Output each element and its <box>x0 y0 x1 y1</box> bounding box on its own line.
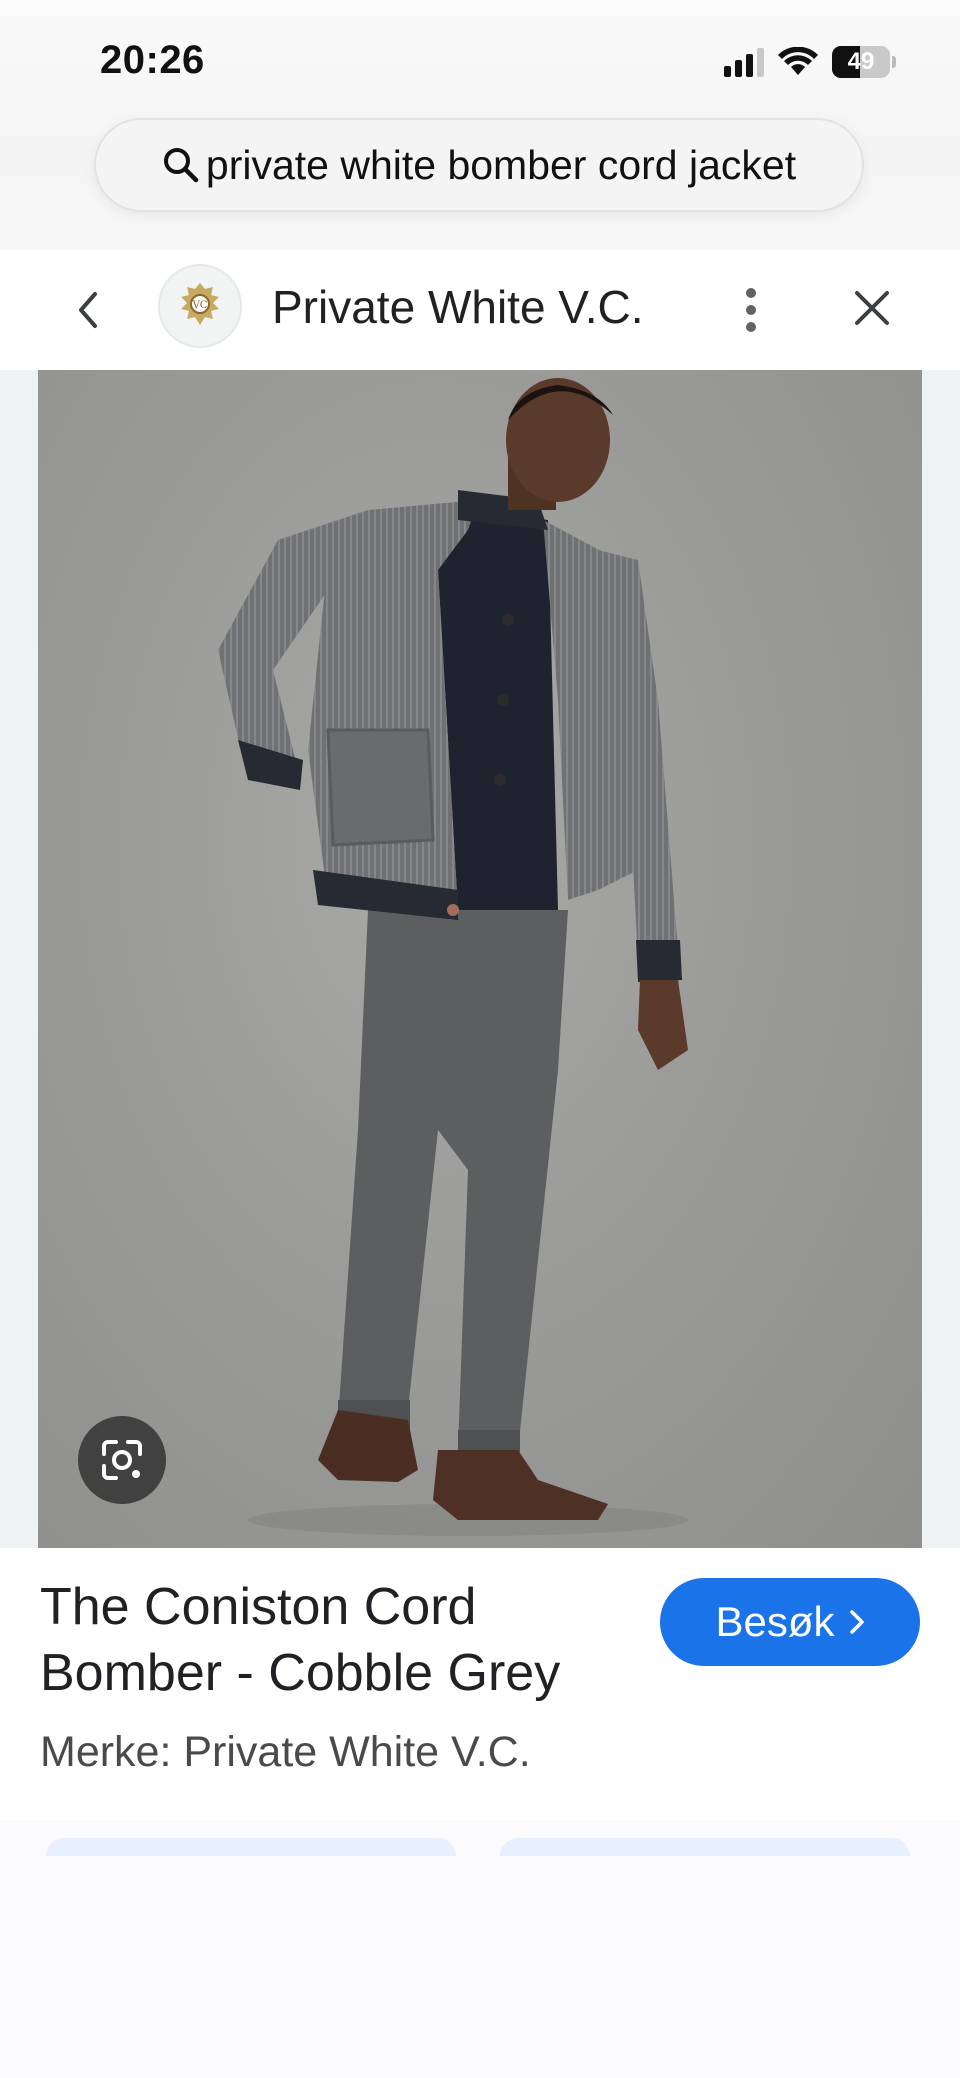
battery-icon: 49 <box>832 46 890 78</box>
wifi-icon <box>778 47 818 75</box>
top-area: 20:26 49 private white bomber cord jacke… <box>0 0 960 250</box>
battery-tip <box>892 56 896 68</box>
page: 20:26 49 private white bomber cord jacke… <box>0 0 960 2078</box>
product-title-line-1: The Coniston Cord <box>40 1578 477 1636</box>
related-chip-peek[interactable] <box>500 1838 910 1856</box>
search-icon <box>163 148 199 183</box>
result-header: VC Private White V.C. <box>0 250 960 370</box>
visit-button[interactable]: Besøk <box>660 1578 920 1666</box>
google-lens-icon <box>102 1440 142 1480</box>
related-chip-peek[interactable] <box>46 1838 456 1856</box>
chevron-left-icon <box>79 292 97 328</box>
signal-icon <box>724 47 764 77</box>
lower-area <box>0 1820 960 2078</box>
status-time: 20:26 <box>100 38 205 82</box>
site-logo[interactable]: VC <box>158 264 242 348</box>
product-title[interactable]: The Coniston Cord Bomber - Cobble Grey <box>40 1574 640 1706</box>
svg-text:VC: VC <box>192 300 208 311</box>
visit-button-label: Besøk <box>715 1598 835 1645</box>
status-icons: 49 <box>724 44 896 80</box>
back-button[interactable] <box>68 282 108 338</box>
search-query: private white bomber cord jacket <box>205 141 797 188</box>
image-panel <box>0 370 960 1548</box>
more-options-button[interactable] <box>736 280 766 340</box>
google-lens-button[interactable] <box>78 1416 166 1504</box>
site-name[interactable]: Private White V.C. <box>272 280 644 334</box>
cross-emblem-icon: VC <box>181 283 219 325</box>
product-image[interactable] <box>38 370 922 1548</box>
more-vert-icon <box>746 288 756 332</box>
close-icon <box>855 291 889 325</box>
model-figure <box>218 378 688 1536</box>
chevron-right-icon <box>849 1610 864 1634</box>
product-title-line-2: Bomber - Cobble Grey <box>40 1644 561 1702</box>
brand-line: Merke: Private White V.C. <box>40 1728 531 1776</box>
close-button[interactable] <box>848 284 896 332</box>
battery-percent: 49 <box>847 48 875 75</box>
search-bar[interactable]: private white bomber cord jacket <box>94 118 864 212</box>
